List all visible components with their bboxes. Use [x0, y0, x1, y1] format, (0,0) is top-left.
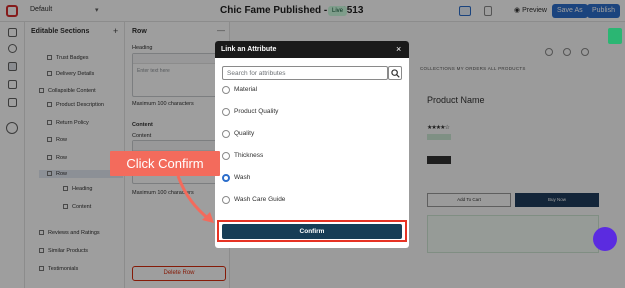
click-confirm-callout: Click Confirm: [110, 151, 220, 176]
annotation-arrow-icon: [176, 175, 214, 223]
